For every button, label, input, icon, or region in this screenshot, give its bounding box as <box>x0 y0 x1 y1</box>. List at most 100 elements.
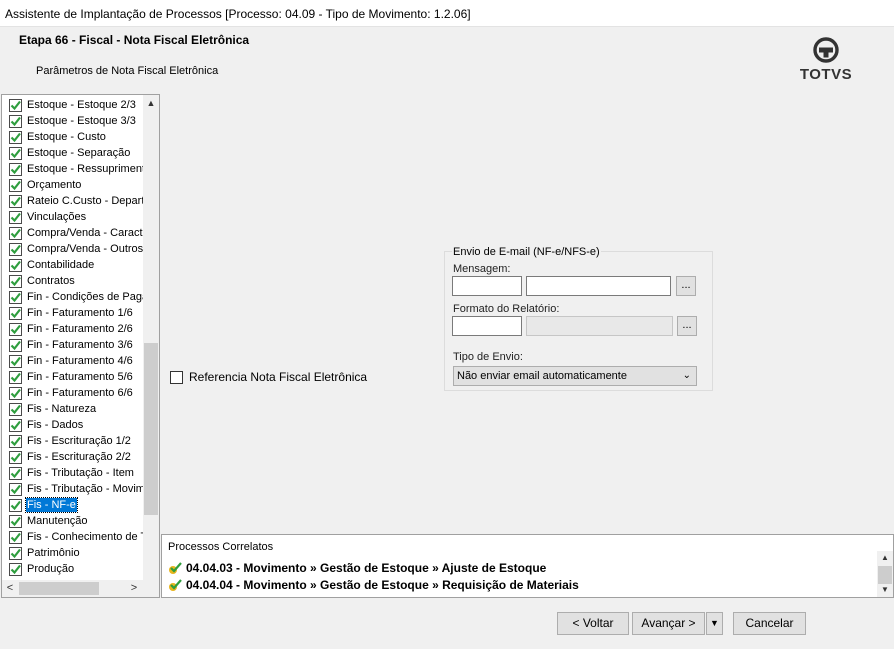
tree-item[interactable]: Fin - Faturamento 4/6 <box>2 353 145 369</box>
message-lookup-button[interactable]: ... <box>676 276 696 296</box>
tree-item[interactable]: Fis - Tributação - Item <box>2 465 145 481</box>
tree-item[interactable]: Contabilidade <box>2 257 145 273</box>
completed-check-icon <box>9 370 22 384</box>
completed-check-icon <box>9 226 22 240</box>
tree-item[interactable]: Orçamento <box>2 177 145 193</box>
completed-check-icon <box>9 290 22 304</box>
completed-check-icon <box>9 562 22 576</box>
correlated-process-item[interactable]: 04.04.04 - Movimento » Gestão de Estoque… <box>168 578 579 592</box>
scroll-down-arrow[interactable]: ▼ <box>877 583 893 597</box>
tree-item[interactable]: Fin - Faturamento 3/6 <box>2 337 145 353</box>
window-title-bar: Assistente de Implantação de Processos [… <box>0 0 894 27</box>
tree-item-label: Fin - Faturamento 2/6 <box>27 323 133 335</box>
correlated-processes-panel: Processos Correlatos 04.04.03 - Moviment… <box>161 534 894 598</box>
window-title: Assistente de Implantação de Processos [… <box>5 7 471 21</box>
logo-text: TOTVS <box>799 66 853 83</box>
completed-check-icon <box>9 354 22 368</box>
scroll-left-arrow[interactable]: < <box>2 580 18 597</box>
chevron-down-icon: ⌄ <box>682 370 691 381</box>
completed-check-icon <box>9 114 22 128</box>
tree-item[interactable]: Fis - Conhecimento de Transporte <box>2 529 145 545</box>
tree-item[interactable]: Estoque - Estoque 2/3 <box>2 97 145 113</box>
scroll-up-arrow[interactable]: ▲ <box>877 551 893 565</box>
tree-item[interactable]: Fis - Escrituração 2/2 <box>2 449 145 465</box>
next-options-dropdown[interactable]: ▼ <box>706 612 723 635</box>
tree-item-label: Fis - Dados <box>27 419 84 431</box>
back-button[interactable]: < Voltar <box>557 612 629 635</box>
report-format-code-input[interactable] <box>452 316 522 336</box>
tree-item[interactable]: Compra/Venda - Características <box>2 225 145 241</box>
completed-check-icon <box>9 450 22 464</box>
tree-item[interactable]: Fin - Faturamento 6/6 <box>2 385 145 401</box>
tree-item-label: Estoque - Separação <box>27 147 131 159</box>
completed-check-icon <box>9 178 22 192</box>
tree-item-label: Manutenção <box>27 515 88 527</box>
tree-item[interactable]: Patrimônio <box>2 545 145 561</box>
completed-check-icon <box>9 194 22 208</box>
scroll-thumb[interactable] <box>144 343 158 515</box>
tree-item[interactable]: Compra/Venda - Outros <box>2 241 145 257</box>
completed-check-icon <box>9 146 22 160</box>
completed-check-icon <box>9 386 22 400</box>
process-link-icon <box>169 562 182 574</box>
reference-nfe-checkbox[interactable] <box>170 370 183 384</box>
tree-item[interactable]: Manutenção <box>2 513 145 529</box>
tree-item[interactable]: Fin - Faturamento 1/6 <box>2 305 145 321</box>
tree-item[interactable]: Fin - Faturamento 5/6 <box>2 369 145 385</box>
email-group-title: Envio de E-mail (NF-e/NFS-e) <box>452 246 601 258</box>
completed-check-icon <box>9 402 22 416</box>
scroll-right-arrow[interactable]: > <box>126 580 142 597</box>
tree-horizontal-scrollbar[interactable]: < > <box>2 580 159 597</box>
tree-item[interactable]: Fis - Escrituração 1/2 <box>2 433 145 449</box>
tree-item[interactable]: Estoque - Custo <box>2 129 145 145</box>
tree-item[interactable]: Fin - Condições de Pagamento <box>2 289 145 305</box>
tree-item[interactable]: Contratos <box>2 273 145 289</box>
reference-nfe-checkbox-row[interactable]: Referencia Nota Fiscal Eletrônica <box>170 370 367 384</box>
tree-vertical-scrollbar[interactable]: ▲ <box>143 95 159 581</box>
report-format-lookup-button[interactable]: ... <box>677 316 697 336</box>
correlated-process-item[interactable]: 04.04.03 - Movimento » Gestão de Estoque… <box>168 561 546 575</box>
tree-item[interactable]: Produção <box>2 561 145 577</box>
tree-item-label: Fis - NF-e <box>25 497 78 513</box>
tree-item-label: Produção <box>27 563 75 575</box>
tree-item[interactable]: Fis - Natureza <box>2 401 145 417</box>
completed-check-icon <box>9 274 22 288</box>
completed-check-icon <box>9 338 22 352</box>
scroll-up-arrow[interactable]: ▲ <box>143 95 159 111</box>
reference-nfe-label[interactable]: Referencia Nota Fiscal Eletrônica <box>189 370 367 384</box>
tree-item[interactable]: Estoque - Ressuprimento <box>2 161 145 177</box>
correlated-scrollbar[interactable]: ▲ ▼ <box>877 551 893 597</box>
tree-item-label: Fin - Faturamento 1/6 <box>27 307 133 319</box>
completed-check-icon <box>9 98 22 112</box>
tree-item[interactable]: Fin - Faturamento 2/6 <box>2 321 145 337</box>
completed-check-icon <box>9 210 22 224</box>
tree-item[interactable]: Rateio C.Custo - Departamento <box>2 193 145 209</box>
tree-item-label: Estoque - Estoque 2/3 <box>27 99 136 111</box>
scroll-thumb[interactable] <box>878 566 892 584</box>
message-description-input[interactable] <box>526 276 671 296</box>
tree-item[interactable]: Fis - Tributação - Movimento <box>2 481 145 497</box>
wizard-footer: < Voltar Avançar > ▼ Cancelar <box>0 598 894 649</box>
tree-item-label: Fis - Escrituração 1/2 <box>27 435 131 447</box>
message-label: Mensagem: <box>453 263 511 275</box>
completed-check-icon <box>9 434 22 448</box>
tree-item[interactable]: Estoque - Estoque 3/3 <box>2 113 145 129</box>
tree-item[interactable]: Fis - Dados <box>2 417 145 433</box>
tree-item-label: Compra/Venda - Características <box>27 227 145 239</box>
tree-item[interactable]: Vinculações <box>2 209 145 225</box>
completed-check-icon <box>9 306 22 320</box>
send-type-select[interactable]: Não enviar email automaticamente ⌄ <box>453 366 697 386</box>
next-button[interactable]: Avançar > <box>632 612 705 635</box>
tree-item-label: Fin - Faturamento 3/6 <box>27 339 133 351</box>
completed-check-icon <box>9 514 22 528</box>
tree-item-label: Patrimônio <box>27 547 80 559</box>
message-code-input[interactable] <box>452 276 522 296</box>
cancel-button[interactable]: Cancelar <box>733 612 806 635</box>
completed-check-icon <box>9 322 22 336</box>
scroll-thumb[interactable] <box>19 582 99 595</box>
tree-item-label: Fis - Escrituração 2/2 <box>27 451 131 463</box>
tree-item-label: Fis - Tributação - Movimento <box>27 483 145 495</box>
tree-item[interactable]: Fis - NF-e <box>2 497 145 513</box>
tree-item[interactable]: Estoque - Separação <box>2 145 145 161</box>
step-tree[interactable]: Estoque - Estoque 2/3 Estoque - Estoque 3… <box>1 94 160 598</box>
